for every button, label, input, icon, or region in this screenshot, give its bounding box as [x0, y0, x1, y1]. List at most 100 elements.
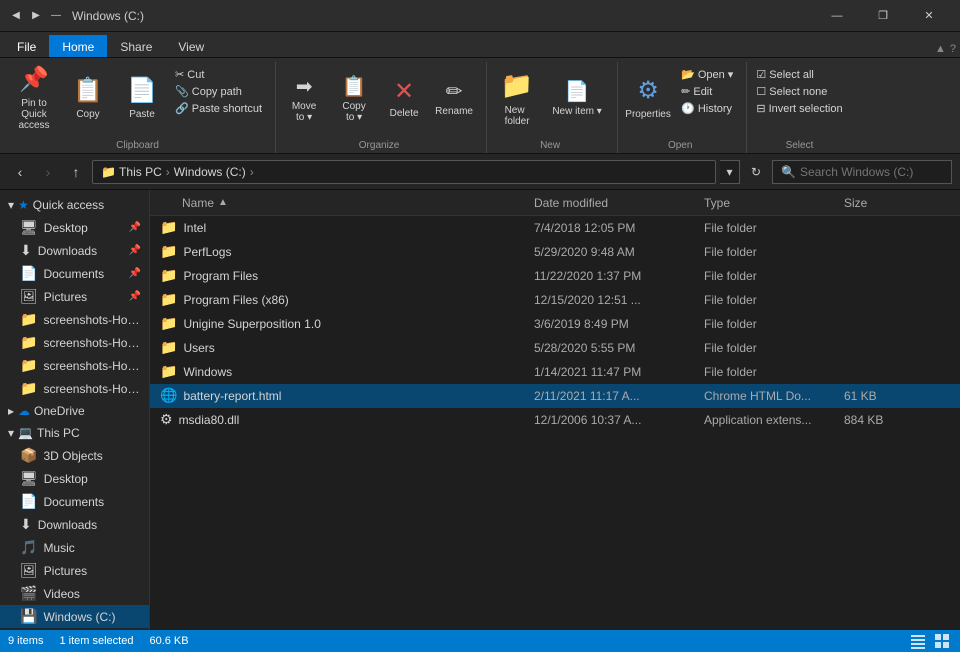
- chevron-down-icon: ▾: [8, 198, 14, 212]
- large-icons-view-button[interactable]: [932, 633, 952, 649]
- table-row[interactable]: 📁 Program Files 11/22/2020 1:37 PM File …: [150, 264, 960, 288]
- file-name: PerfLogs: [183, 245, 231, 259]
- sidebar-item-pictures-pc[interactable]: 🖼 Pictures: [0, 559, 149, 582]
- downloads-icon: ⬇: [20, 242, 32, 259]
- back-button[interactable]: ‹: [8, 160, 32, 184]
- music-icon: 🎵: [20, 539, 37, 556]
- tab-view[interactable]: View: [165, 35, 217, 57]
- address-dropdown-button[interactable]: ▾: [720, 160, 740, 184]
- select-group-label: Select: [751, 138, 847, 153]
- new-item-button[interactable]: 📄 New item ▾: [545, 66, 609, 130]
- table-row[interactable]: 🌐 battery-report.html 2/11/2021 11:17 A.…: [150, 384, 960, 408]
- sidebar-item-screenshots2[interactable]: 📁 screenshots-How-tc: [0, 331, 149, 354]
- select-buttons: ☑ Select all ☐ Select none ⊟ Invert sele…: [751, 62, 847, 138]
- column-size[interactable]: Size: [840, 196, 920, 210]
- copy-button[interactable]: 📋 Copy: [62, 66, 114, 130]
- move-to-button[interactable]: ➡ Moveto ▾: [280, 66, 328, 130]
- pictures-pc-icon: 🖼: [20, 562, 38, 579]
- onedrive-icon: ☁: [18, 404, 30, 418]
- clipboard-group-label: Clipboard: [8, 138, 267, 153]
- sidebar-item-documents-pc[interactable]: 📄 Documents: [0, 490, 149, 513]
- sidebar-item-music[interactable]: 🎵 Music: [0, 536, 149, 559]
- cut-label: ✂ Cut: [175, 68, 204, 81]
- pin-to-quick-access-button[interactable]: 📌 Pin to Quickaccess: [8, 66, 60, 130]
- open-buttons: ⚙ Properties 📂 Open ▾ ✏ Edit 🕐 History: [622, 62, 738, 138]
- close-button[interactable]: ✕: [906, 0, 952, 32]
- file-date-cell: 12/1/2006 10:37 A...: [530, 413, 700, 427]
- column-name[interactable]: Name ▲: [150, 196, 530, 210]
- sidebar-item-3dobjects[interactable]: 📦 3D Objects: [0, 444, 149, 467]
- paste-shortcut-button[interactable]: 🔗 Paste shortcut: [170, 100, 267, 117]
- onedrive-header[interactable]: ▸ ☁ OneDrive: [0, 400, 149, 422]
- sidebar-item-pictures-quick[interactable]: 🖼 Pictures 📌: [0, 285, 149, 308]
- forward-button[interactable]: ›: [36, 160, 60, 184]
- new-folder-button[interactable]: 📁 Newfolder: [491, 66, 543, 130]
- file-type-icon: ⚙: [160, 411, 173, 428]
- tab-file[interactable]: File: [4, 35, 49, 57]
- table-row[interactable]: 📁 Program Files (x86) 12/15/2020 12:51 .…: [150, 288, 960, 312]
- rename-icon: ✏: [446, 79, 463, 104]
- rename-button[interactable]: ✏ Rename: [430, 66, 478, 130]
- table-row[interactable]: ⚙ msdia80.dll 12/1/2006 10:37 A... Appli…: [150, 408, 960, 432]
- network-header[interactable]: ▸ 🌐 Network: [0, 628, 149, 630]
- sidebar-item-documents-quick[interactable]: 📄 Documents 📌: [0, 262, 149, 285]
- minimize-button[interactable]: —: [814, 0, 860, 32]
- sidebar-item-screenshots1[interactable]: 📁 screenshots-How-tc: [0, 308, 149, 331]
- table-row[interactable]: 📁 Unigine Superposition 1.0 3/6/2019 8:4…: [150, 312, 960, 336]
- address-input[interactable]: 📁 This PC › Windows (C:) ›: [92, 160, 716, 184]
- edit-button[interactable]: ✏ Edit: [676, 83, 738, 100]
- file-date-cell: 1/14/2021 11:47 PM: [530, 365, 700, 379]
- search-box[interactable]: 🔍: [772, 160, 952, 184]
- column-date[interactable]: Date modified: [530, 196, 700, 210]
- properties-button[interactable]: ⚙ Properties: [622, 66, 674, 130]
- table-row[interactable]: 📁 Users 5/28/2020 5:55 PM File folder: [150, 336, 960, 360]
- cut-button[interactable]: ✂ Cut: [170, 66, 267, 83]
- copy-to-button[interactable]: 📋 Copyto ▾: [330, 66, 378, 130]
- file-type-icon: 📁: [160, 339, 177, 356]
- delete-button[interactable]: ✕ Delete: [380, 66, 428, 130]
- select-all-button[interactable]: ☑ Select all: [751, 66, 847, 83]
- ribbon-tabs: File Home Share View ▲ ?: [0, 32, 960, 58]
- column-type[interactable]: Type: [700, 196, 840, 210]
- select-none-button[interactable]: ☐ Select none: [751, 83, 847, 100]
- maximize-button[interactable]: ❐: [860, 0, 906, 32]
- folder-icon1: 📁: [20, 311, 37, 328]
- system-icon-minimize-small: —: [48, 8, 64, 24]
- sidebar-item-desktop-pc[interactable]: 🖥 Desktop: [0, 467, 149, 490]
- file-name-cell: 📁 Windows: [150, 363, 530, 380]
- paste-button[interactable]: 📄 Paste: [116, 66, 168, 130]
- sidebar-item-screenshots4[interactable]: 📁 screenshots-How-tc: [0, 377, 149, 400]
- desktop-label: Desktop: [44, 221, 88, 235]
- search-input[interactable]: [800, 165, 943, 179]
- quick-access-header[interactable]: ▾ ★ Quick access: [0, 194, 149, 216]
- history-button[interactable]: 🕐 History: [676, 100, 738, 117]
- tab-home[interactable]: Home: [49, 35, 107, 57]
- sidebar-item-downloads-quick[interactable]: ⬇ Downloads 📌: [0, 239, 149, 262]
- open-button[interactable]: 📂 Open ▾: [676, 66, 738, 83]
- up-button[interactable]: ↑: [64, 160, 88, 184]
- table-row[interactable]: 📁 PerfLogs 5/29/2020 9:48 AM File folder: [150, 240, 960, 264]
- copy-path-label: 📎 Copy path: [175, 85, 242, 98]
- table-row[interactable]: 📁 Windows 1/14/2021 11:47 PM File folder: [150, 360, 960, 384]
- copy-path-button[interactable]: 📎 Copy path: [170, 83, 267, 100]
- rename-label: Rename: [435, 106, 473, 117]
- file-date-cell: 2/11/2021 11:17 A...: [530, 389, 700, 403]
- sidebar-item-downloads-pc[interactable]: ⬇ Downloads: [0, 513, 149, 536]
- invert-selection-button[interactable]: ⊟ Invert selection: [751, 100, 847, 117]
- sidebar-item-desktop-quick[interactable]: 🖥 Desktop 📌: [0, 216, 149, 239]
- file-name: Intel: [183, 221, 206, 235]
- sidebar-item-windows-c[interactable]: 💾 Windows (C:): [0, 605, 149, 628]
- address-bar: ‹ › ↑ 📁 This PC › Windows (C:) › ▾ ↻ 🔍: [0, 154, 960, 190]
- sidebar-item-videos[interactable]: 🎬 Videos: [0, 582, 149, 605]
- tab-share[interactable]: Share: [107, 35, 165, 57]
- pin-icon: 📌: [129, 222, 141, 233]
- this-pc-header[interactable]: ▾ 💻 This PC: [0, 422, 149, 444]
- invert-label: ⊟ Invert selection: [756, 102, 842, 115]
- file-size-cell: 61 KB: [840, 389, 920, 403]
- sidebar-item-screenshots3[interactable]: 📁 screenshots-How-tc: [0, 354, 149, 377]
- file-name-cell: 📁 Program Files (x86): [150, 291, 530, 308]
- details-view-button[interactable]: [908, 633, 928, 649]
- refresh-button[interactable]: ↻: [744, 160, 768, 184]
- table-row[interactable]: 📁 Intel 7/4/2018 12:05 PM File folder: [150, 216, 960, 240]
- paste-label: Paste: [129, 109, 155, 120]
